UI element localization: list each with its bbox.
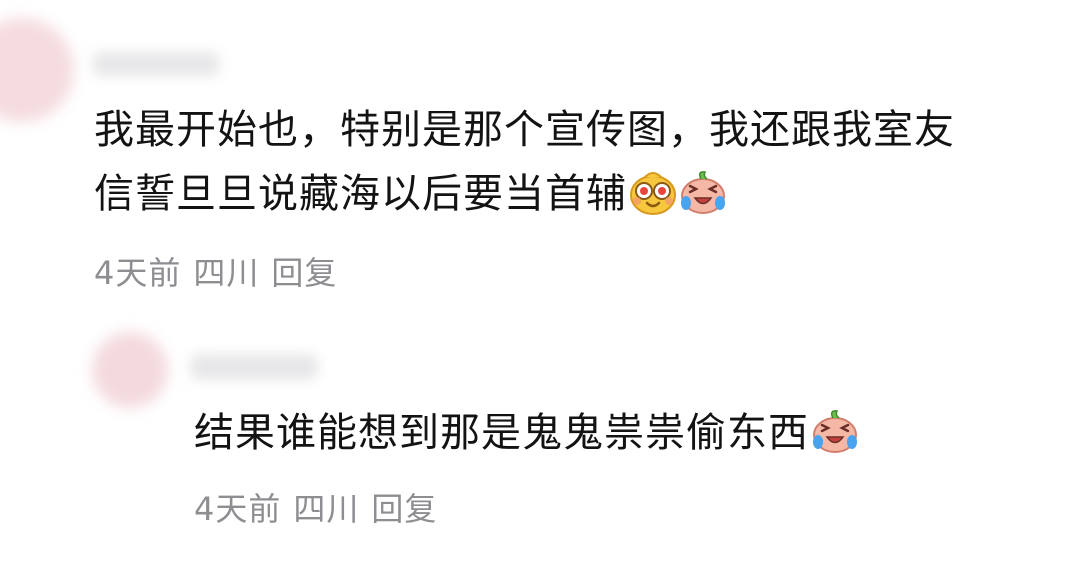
avatar[interactable]	[92, 332, 168, 408]
username[interactable]	[190, 354, 318, 380]
comment-line: 结果谁能想到那是鬼鬼祟祟偷东西	[194, 401, 1054, 465]
timestamp: 4天前	[194, 490, 282, 528]
laugh-cry-emoji-icon	[679, 169, 727, 215]
location: 四川	[193, 254, 260, 292]
laugh-cry-emoji-icon	[811, 408, 859, 454]
comment-body: 结果谁能想到那是鬼鬼祟祟偷东西	[194, 401, 1054, 465]
comment-meta: 4天前 四川 回复	[194, 484, 449, 530]
glowing-eyes-emoji-icon	[629, 169, 677, 215]
reply-button[interactable]: 回复	[271, 254, 337, 292]
comment-line: 我最开始也，特别是那个宣传图，我还跟我室友	[94, 107, 955, 153]
comment-line-text: 信誓旦旦说藏海以后要当首辅	[94, 171, 627, 217]
comment-line: 信誓旦旦说藏海以后要当首辅	[94, 162, 1044, 226]
avatar[interactable]	[0, 18, 74, 122]
comment-line-text: 结果谁能想到那是鬼鬼祟祟偷东西	[194, 410, 809, 456]
comment-body: 我最开始也，特别是那个宣传图，我还跟我室友 信誓旦旦说藏海以后要当首辅	[94, 98, 1044, 226]
reply-button[interactable]: 回复	[371, 490, 437, 528]
username[interactable]	[92, 52, 220, 76]
location: 四川	[293, 490, 360, 528]
comment-meta: 4天前 四川 回复	[94, 248, 349, 294]
timestamp: 4天前	[94, 254, 182, 292]
